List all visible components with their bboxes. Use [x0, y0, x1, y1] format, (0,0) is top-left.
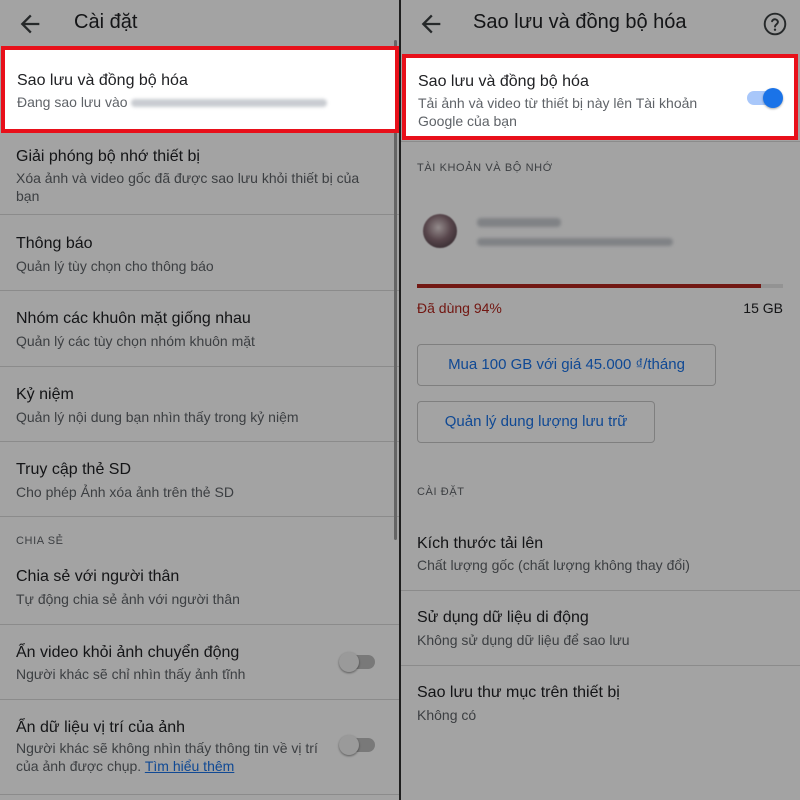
notifications-title: Thông báo	[16, 235, 93, 252]
blurred-email	[131, 99, 328, 108]
section-account-heading: TÀI KHOẢN VÀ BỘ NHỚ	[417, 162, 553, 174]
memories-row[interactable]: Kỷ niệm Quản lý nội dung bạn nhìn thấy t…	[0, 367, 399, 441]
backup-sync-highlight-box[interactable]: Sao lưu và đồng bộ hóa Đang sao lưu vào	[1, 46, 399, 133]
divider	[0, 794, 399, 795]
settings-screen: Cài đặt Giải phóng bộ nhớ thiết bị Xóa ả…	[0, 0, 399, 800]
hide-motion-video-toggle[interactable]	[339, 652, 375, 672]
mobile-data-row[interactable]: Sử dụng dữ liệu di động Không sử dụng dữ…	[401, 591, 800, 665]
partner-sharing-row[interactable]: Chia sẻ với người thân Tự động chia sẻ ả…	[0, 552, 399, 624]
free-up-space-row[interactable]: Giải phóng bộ nhớ thiết bị Xóa ảnh và vi…	[0, 136, 399, 214]
mobile-data-title: Sử dụng dữ liệu di động	[417, 609, 589, 626]
sd-card-access-title: Truy cập thẻ SD	[16, 461, 132, 478]
sd-card-access-subtitle: Cho phép Ảnh xóa ảnh trên thẻ SD	[16, 484, 234, 500]
buy-storage-button[interactable]: Mua 100 GB với giá 45.000 ₫/tháng	[417, 344, 716, 386]
account-row	[401, 196, 800, 260]
divider	[0, 516, 399, 517]
hide-motion-video-title: Ẩn video khỏi ảnh chuyển động	[16, 644, 240, 661]
device-folders-subtitle: Không có	[417, 707, 477, 723]
backup-app-bar: Sao lưu và đồng bộ hóa	[401, 0, 800, 48]
manage-storage-button[interactable]: Quản lý dung lượng lưu trữ	[417, 401, 655, 443]
storage-total-label: 15 GB	[743, 300, 783, 316]
free-up-space-title: Giải phóng bộ nhớ thiết bị	[16, 148, 200, 165]
back-arrow-icon[interactable]	[16, 10, 44, 38]
page-title: Sao lưu và đồng bộ hóa	[473, 11, 687, 33]
settings-app-bar: Cài đặt	[0, 0, 399, 48]
section-settings-heading: CÀI ĐẶT	[417, 486, 465, 498]
free-up-space-subtitle: Xóa ảnh và video gốc đã được sao lưu khỏ…	[16, 170, 360, 204]
divider	[401, 141, 800, 142]
page-title: Cài đặt	[74, 11, 138, 33]
face-grouping-subtitle: Quản lý các tùy chọn nhóm khuôn mặt	[16, 333, 255, 349]
avatar	[423, 214, 457, 248]
backup-toggle-switch[interactable]	[747, 88, 783, 108]
device-folders-row[interactable]: Sao lưu thư mục trên thiết bị Không có	[401, 666, 800, 740]
learn-more-link[interactable]: Tìm hiểu thêm	[145, 758, 234, 774]
storage-bar-fill	[417, 284, 762, 288]
notifications-row[interactable]: Thông báo Quản lý tùy chọn cho thông báo	[0, 215, 399, 290]
mobile-data-subtitle: Không sử dụng dữ liệu để sao lưu	[417, 632, 630, 648]
hide-location-toggle[interactable]	[339, 735, 375, 755]
backup-toggle-subtitle: Tải ảnh và video từ thiết bị này lên Tài…	[418, 95, 698, 129]
hide-motion-video-subtitle: Người khác sẽ chỉ nhìn thấy ảnh tĩnh	[16, 666, 246, 682]
storage-used-label: Đã dùng 94%	[417, 300, 502, 316]
partner-sharing-subtitle: Tự động chia sẻ ảnh với người thân	[16, 591, 240, 607]
backup-account-prefix: Đang sao lưu vào	[17, 94, 128, 110]
notifications-subtitle: Quản lý tùy chọn cho thông báo	[16, 258, 214, 274]
backup-sync-title: Sao lưu và đồng bộ hóa	[17, 72, 188, 89]
hide-motion-video-row[interactable]: Ẩn video khỏi ảnh chuyển động Người khác…	[0, 625, 399, 699]
backup-toggle-highlight-box[interactable]: Sao lưu và đồng bộ hóa Tải ảnh và video …	[402, 54, 798, 140]
backup-toggle-title: Sao lưu và đồng bộ hóa	[418, 73, 589, 90]
upload-size-subtitle: Chất lượng gốc (chất lượng không thay đổ…	[417, 557, 690, 573]
memories-subtitle: Quản lý nội dung bạn nhìn thấy trong kỷ …	[16, 409, 299, 425]
upload-size-row[interactable]: Kích thước tải lên Chất lượng gốc (chất …	[401, 515, 800, 589]
help-circle-icon[interactable]	[762, 11, 788, 37]
section-sharing-heading: CHIA SẺ	[16, 535, 64, 547]
blurred-account-email	[477, 238, 673, 246]
backup-account-subtitle: Đang sao lưu vào	[17, 94, 328, 110]
back-arrow-icon[interactable]	[417, 10, 445, 38]
device-folders-title: Sao lưu thư mục trên thiết bị	[417, 684, 620, 701]
memories-title: Kỷ niệm	[16, 386, 74, 403]
face-grouping-title: Nhóm các khuôn mặt giống nhau	[16, 310, 251, 327]
backup-sync-screen: Sao lưu và đồng bộ hóa TÀI KHOẢN VÀ BỘ N…	[401, 0, 800, 800]
blurred-account-name	[477, 218, 561, 227]
face-grouping-row[interactable]: Nhóm các khuôn mặt giống nhau Quản lý cá…	[0, 291, 399, 366]
storage-bar	[417, 284, 783, 288]
sd-card-access-row[interactable]: Truy cập thẻ SD Cho phép Ảnh xóa ảnh trê…	[0, 442, 399, 516]
partner-sharing-title: Chia sẻ với người thân	[16, 568, 180, 585]
hide-location-title: Ẩn dữ liệu vị trí của ảnh	[16, 719, 186, 736]
hide-location-row[interactable]: Ẩn dữ liệu vị trí của ảnh Người khác sẽ …	[0, 700, 399, 800]
upload-size-title: Kích thước tải lên	[417, 535, 544, 552]
hide-location-subtitle: Người khác sẽ không nhìn thấy thông tin …	[16, 739, 336, 775]
